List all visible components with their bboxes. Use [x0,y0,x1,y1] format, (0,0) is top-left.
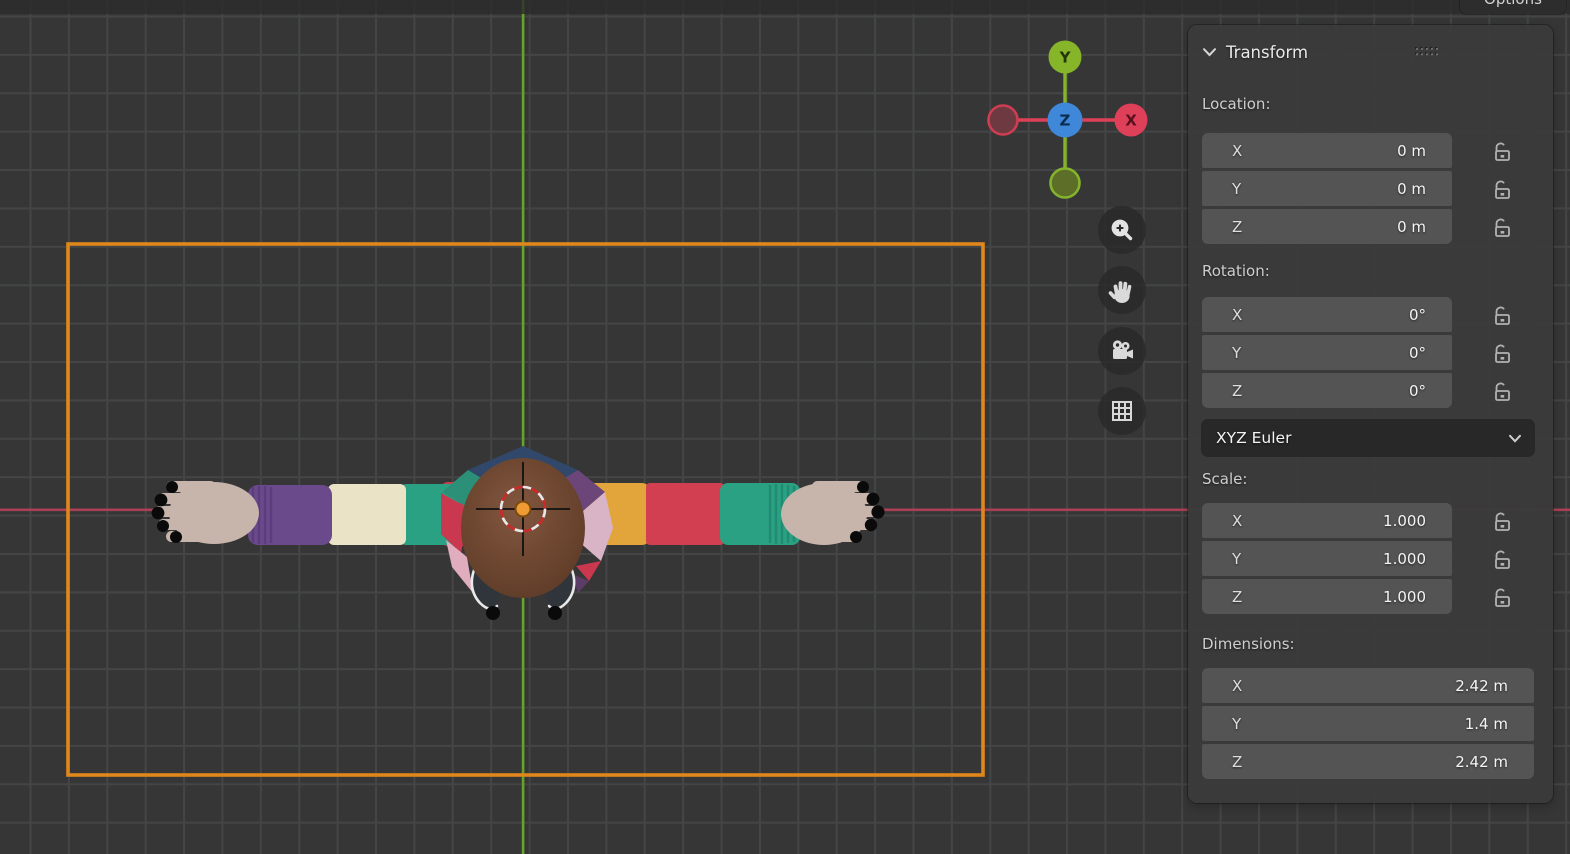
gizmo-axis-z[interactable]: Z [1048,103,1083,138]
axis-label: Z [1232,382,1242,400]
field-value: 2.42 m [1455,677,1508,695]
panel-title: Transform [1226,43,1308,62]
dimensions-z-field[interactable]: Z 2.42 m [1202,744,1534,779]
axis-label: X [1232,142,1242,160]
field-value: 1.000 [1383,588,1426,606]
axis-label: Z [1232,218,1242,236]
axis-label: Z [1232,753,1242,771]
axis-label: X [1232,306,1242,324]
field-value: 1.4 m [1465,715,1508,733]
svg-text:X: X [1125,112,1137,130]
dimensions-y-field[interactable]: Y 1.4 m [1202,706,1534,741]
axis-label: Y [1232,344,1241,362]
location-x-field[interactable]: X 0 m [1202,133,1452,168]
location-z-field[interactable]: Z 0 m [1202,209,1452,244]
gizmo-axis-y[interactable]: Y [1049,41,1082,74]
lock-icon[interactable] [1488,302,1514,328]
scale-y-field[interactable]: Y 1.000 [1202,541,1452,576]
rotation-y-field[interactable]: Y 0° [1202,335,1452,370]
options-button-label: Options [1484,0,1542,8]
magnifier-plus-icon [1108,216,1136,244]
field-value: 0 m [1397,218,1426,236]
dimensions-label: Dimensions: [1202,635,1295,653]
zoom-button[interactable] [1098,206,1146,254]
field-value: 0° [1409,344,1426,362]
grid-icon [1108,397,1136,425]
field-value: 0 m [1397,142,1426,160]
rotation-label: Rotation: [1202,262,1270,280]
rotation-x-field[interactable]: X 0° [1202,297,1452,332]
navigation-gizmo[interactable]: Y X Z [985,36,1150,201]
lock-icon[interactable] [1488,378,1514,404]
panel-grip-handle[interactable] [1415,47,1440,58]
chevron-down-icon [1508,434,1522,443]
axis-label: Y [1232,715,1241,733]
field-value: 2.42 m [1455,753,1508,771]
lock-icon[interactable] [1488,508,1514,534]
dimensions-x-field[interactable]: X 2.42 m [1202,668,1534,703]
rotation-mode-select[interactable]: XYZ Euler [1202,420,1534,456]
svg-text:Y: Y [1059,49,1072,67]
field-value: 1.000 [1383,550,1426,568]
field-value: 0 m [1397,180,1426,198]
axis-label: Y [1232,180,1241,198]
lock-icon[interactable] [1488,214,1514,240]
lock-icon[interactable] [1488,138,1514,164]
field-value: 0° [1409,306,1426,324]
transform-panel-header[interactable]: Transform [1202,37,1308,67]
viewport-header [0,0,1570,14]
rotation-mode-value: XYZ Euler [1216,429,1291,447]
axis-label: X [1232,512,1242,530]
lock-icon[interactable] [1488,176,1514,202]
camera-view-button[interactable] [1098,327,1146,375]
options-button[interactable]: Options [1460,0,1566,14]
lock-icon[interactable] [1488,546,1514,572]
lock-icon[interactable] [1488,584,1514,610]
field-value: 0° [1409,382,1426,400]
field-value: 1.000 [1383,512,1426,530]
pan-button[interactable] [1098,266,1146,314]
rotation-z-field[interactable]: Z 0° [1202,373,1452,408]
lock-icon[interactable] [1488,340,1514,366]
scale-x-field[interactable]: X 1.000 [1202,503,1452,538]
chevron-down-icon[interactable] [1202,47,1217,57]
transform-panel: Transform Location: X 0 m Y 0 m Z 0 m Ro… [1188,25,1553,803]
axis-label: Z [1232,588,1242,606]
movie-camera-icon [1107,336,1137,366]
gizmo-axis-x[interactable]: X [1115,104,1148,137]
gizmo-axis-y-negative[interactable] [1051,169,1080,198]
location-label: Location: [1202,95,1271,113]
hand-icon [1108,276,1136,304]
projection-toggle-button[interactable] [1098,387,1146,435]
gizmo-axis-x-negative[interactable] [989,106,1018,135]
scale-label: Scale: [1202,470,1247,488]
svg-text:Z: Z [1060,112,1071,130]
axis-label: X [1232,677,1242,695]
axis-label: Y [1232,550,1241,568]
blender-window: Options Y X Z Transform [0,0,1570,854]
scale-z-field[interactable]: Z 1.000 [1202,579,1452,614]
location-y-field[interactable]: Y 0 m [1202,171,1452,206]
